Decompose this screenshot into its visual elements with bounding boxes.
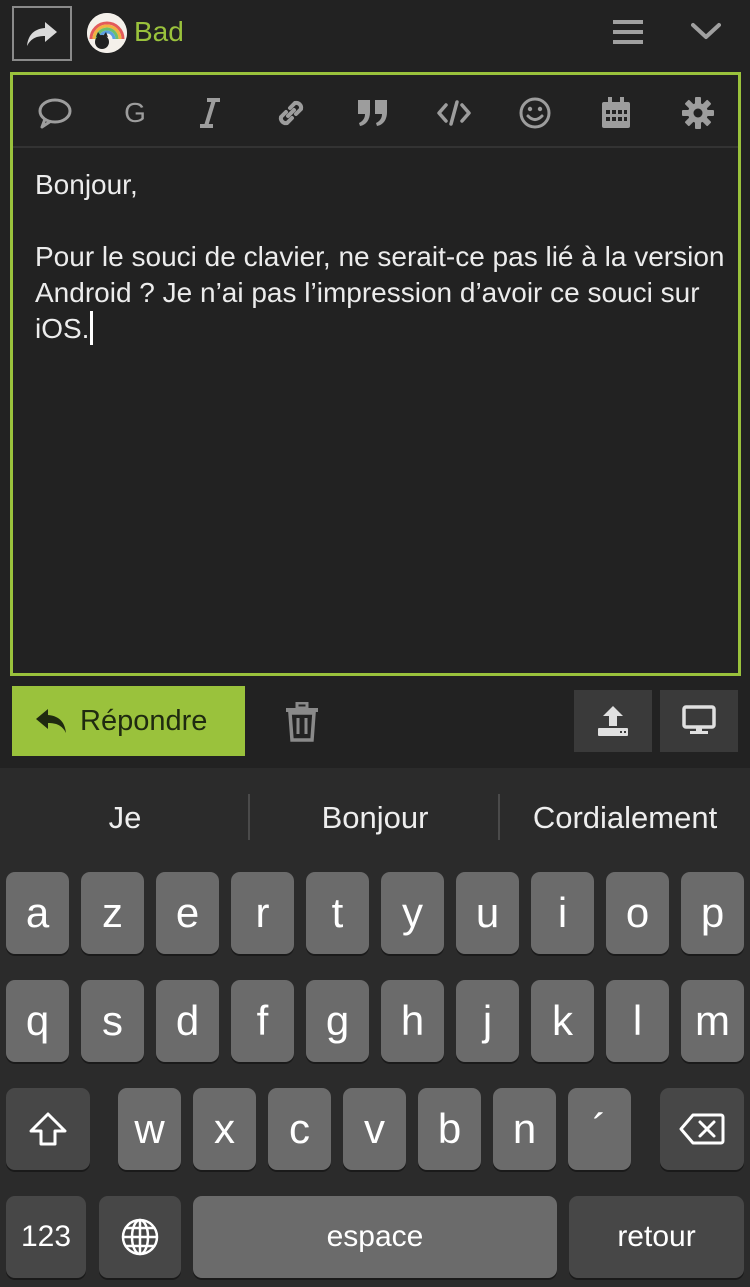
key[interactable]: q <box>6 980 69 1062</box>
globe-icon <box>121 1218 159 1256</box>
backspace-icon <box>679 1113 725 1145</box>
key[interactable]: w <box>118 1088 181 1170</box>
collapse-button[interactable] <box>686 12 726 52</box>
shift-key[interactable] <box>6 1088 90 1170</box>
numbers-key[interactable]: 123 <box>6 1196 86 1278</box>
key[interactable]: m <box>681 980 744 1062</box>
key[interactable]: z <box>81 872 144 954</box>
italic-button[interactable] <box>188 91 232 135</box>
share-icon <box>27 21 57 46</box>
suggestion-2[interactable]: Bonjour <box>250 768 500 868</box>
quote-reply-button[interactable] <box>33 91 77 135</box>
blockquote-button[interactable] <box>351 91 395 135</box>
bold-g-label: G <box>124 97 146 128</box>
chevron-down-icon <box>691 23 721 39</box>
options-button[interactable] <box>676 91 720 135</box>
upload-button[interactable] <box>574 690 652 752</box>
share-button[interactable] <box>12 6 72 61</box>
insert-date-button[interactable] <box>594 91 638 135</box>
text-caret <box>90 311 94 345</box>
return-key[interactable]: retour <box>569 1196 744 1278</box>
backspace-key[interactable] <box>660 1088 744 1170</box>
key[interactable]: u <box>456 872 519 954</box>
bold-button[interactable]: G <box>113 91 157 135</box>
shift-icon <box>29 1112 67 1146</box>
reply-icon <box>36 709 66 733</box>
key[interactable]: y <box>381 872 444 954</box>
suggestion-3[interactable]: Cordialement <box>500 768 750 868</box>
code-icon <box>437 100 471 126</box>
menu-button[interactable] <box>608 14 648 50</box>
key[interactable]: e <box>156 872 219 954</box>
discard-button[interactable] <box>280 700 324 744</box>
username[interactable]: Bad <box>134 16 184 48</box>
key[interactable]: v <box>343 1088 406 1170</box>
upload-icon <box>598 706 628 736</box>
space-key[interactable]: espace <box>193 1196 557 1278</box>
code-button[interactable] <box>432 91 476 135</box>
emoji-button[interactable] <box>513 91 557 135</box>
trash-icon <box>286 702 318 742</box>
key[interactable]: f <box>231 980 294 1062</box>
on-screen-keyboard: Je Bonjour Cordialement a z e r t y u i … <box>0 768 750 1287</box>
speech-bubble-icon <box>38 98 72 129</box>
key[interactable]: d <box>156 980 219 1062</box>
key[interactable]: g <box>306 980 369 1062</box>
language-key[interactable] <box>99 1196 181 1278</box>
emoji-icon <box>519 97 551 129</box>
key[interactable]: l <box>606 980 669 1062</box>
key[interactable]: p <box>681 872 744 954</box>
link-button[interactable] <box>269 91 313 135</box>
quote-icon <box>358 100 387 126</box>
message-text: Bonjour, Pour le souci de clavier, ne se… <box>35 169 725 344</box>
composer-editor: G Bonjour, Pour le souci de clavier, ne … <box>10 72 741 676</box>
editor-toolbar: G <box>13 75 738 148</box>
key[interactable]: x <box>193 1088 256 1170</box>
key[interactable]: j <box>456 980 519 1062</box>
key[interactable]: c <box>268 1088 331 1170</box>
calendar-icon <box>602 97 630 128</box>
italic-icon <box>200 98 220 128</box>
key[interactable]: k <box>531 980 594 1062</box>
gear-icon <box>682 97 714 129</box>
key[interactable]: t <box>306 872 369 954</box>
key[interactable]: h <box>381 980 444 1062</box>
message-textarea[interactable]: Bonjour, Pour le souci de clavier, ne se… <box>35 167 725 347</box>
key[interactable]: a <box>6 872 69 954</box>
key[interactable]: i <box>531 872 594 954</box>
link-icon <box>278 100 304 126</box>
avatar[interactable] <box>87 13 127 53</box>
reply-button[interactable]: Répondre <box>12 686 245 756</box>
key[interactable]: s <box>81 980 144 1062</box>
top-bar: Bad <box>0 0 750 66</box>
key[interactable]: n <box>493 1088 556 1170</box>
key[interactable]: r <box>231 872 294 954</box>
accent-key[interactable]: ´ <box>568 1088 631 1170</box>
toggle-preview-button[interactable] <box>660 690 738 752</box>
key[interactable]: b <box>418 1088 481 1170</box>
suggestion-1[interactable]: Je <box>0 768 250 868</box>
reply-label: Répondre <box>80 704 208 737</box>
key[interactable]: o <box>606 872 669 954</box>
hamburger-icon <box>613 20 643 44</box>
desktop-icon <box>682 705 716 734</box>
